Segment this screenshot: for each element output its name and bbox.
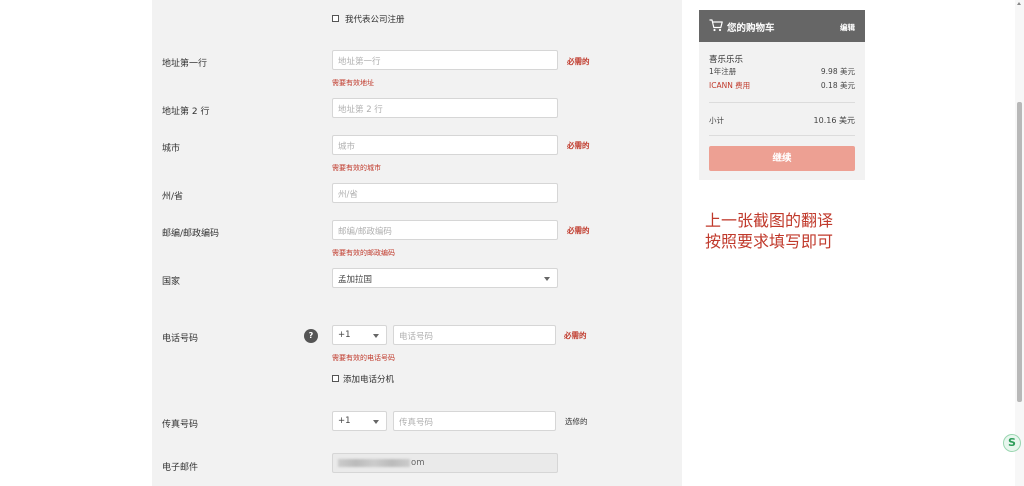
add-extension-label: 添加电话分机 xyxy=(343,375,395,385)
city-required: 必需的 xyxy=(567,141,590,150)
address2-input[interactable]: 地址第 2 行 xyxy=(332,98,558,118)
phone-required: 必需的 xyxy=(564,331,587,340)
chevron-down-icon xyxy=(544,277,550,281)
scrollbar[interactable] xyxy=(1015,0,1024,486)
phone-country-code-select[interactable]: +1 xyxy=(332,325,387,345)
subtotal-label: 小计 xyxy=(709,116,724,125)
fax-country-code-select[interactable]: +1 xyxy=(332,411,387,431)
annotation-line-2: 按照要求填写即可 xyxy=(705,232,834,251)
chevron-down-icon xyxy=(373,334,379,338)
help-icon[interactable]: ? xyxy=(304,329,318,343)
cart-item-name: 喜乐乐乐 xyxy=(709,55,744,65)
phone-code-value: +1 xyxy=(338,330,351,340)
icann-fee-price: 0.18 美元 xyxy=(820,81,855,90)
cart-edit-link[interactable]: 编辑 xyxy=(840,22,855,33)
address1-required: 必需的 xyxy=(567,57,590,66)
add-extension-checkbox[interactable] xyxy=(332,375,339,382)
icann-fee-label: ICANN 费用 xyxy=(709,81,751,90)
email-field[interactable]: om xyxy=(332,453,558,473)
address1-input[interactable]: 地址第一行 xyxy=(332,50,558,70)
subtotal-value: 10.16 美元 xyxy=(813,116,855,125)
email-visible-suffix: om xyxy=(411,458,425,468)
shopping-cart-panel: 您的购物车 编辑 喜乐乐乐 1年注册 9.98 美元 ICANN 费用 0.18… xyxy=(699,10,865,180)
address1-label: 地址第一行 xyxy=(162,59,208,69)
city-label: 城市 xyxy=(162,144,181,154)
country-select[interactable]: 孟加拉国 xyxy=(332,268,558,288)
cart-item-price: 9.98 美元 xyxy=(820,67,855,76)
cart-divider xyxy=(709,135,855,136)
chevron-down-icon xyxy=(373,420,379,424)
cart-item-term: 1年注册 xyxy=(709,67,737,76)
address2-label: 地址第 2 行 xyxy=(162,107,210,117)
phone-label: 电话号码 xyxy=(162,334,199,344)
phone-input[interactable]: 电话号码 xyxy=(393,325,556,345)
cart-title: 您的购物车 xyxy=(727,23,775,34)
email-label: 电子邮件 xyxy=(162,463,199,473)
scrollbar-thumb[interactable] xyxy=(1017,102,1022,402)
cart-icon xyxy=(709,19,723,32)
continue-button[interactable]: 继续 xyxy=(709,146,855,171)
scroll-up-icon[interactable] xyxy=(1017,2,1021,5)
postcode-error: 需要有效的邮政编码 xyxy=(332,249,395,257)
country-label: 国家 xyxy=(162,277,181,287)
postcode-required: 必需的 xyxy=(567,226,590,235)
postcode-input[interactable]: 邮编/邮政编码 xyxy=(332,220,558,240)
redacted-email xyxy=(338,458,410,467)
annotation-line-1: 上一张截图的翻译 xyxy=(705,211,834,230)
state-label: 州/省 xyxy=(162,192,184,202)
fax-label: 传真号码 xyxy=(162,420,199,430)
annotation-note: 上一张截图的翻译 按照要求填写即可 xyxy=(705,210,833,252)
billing-form: 我代表公司注册 地址第一行 地址第一行 必需的 需要有效地址 地址第 2 行 地… xyxy=(152,0,682,486)
city-input[interactable]: 城市 xyxy=(332,135,558,155)
floating-assistant-icon[interactable]: S xyxy=(1003,434,1021,452)
fax-code-value: +1 xyxy=(338,416,351,426)
fax-input[interactable]: 传真号码 xyxy=(393,411,556,431)
postcode-label: 邮编/邮政编码 xyxy=(162,229,220,239)
city-error: 需要有效的城市 xyxy=(332,164,381,172)
register-company-checkbox[interactable] xyxy=(332,15,339,22)
country-value: 孟加拉国 xyxy=(338,275,373,285)
fax-optional: 选修的 xyxy=(565,417,588,426)
address1-error: 需要有效地址 xyxy=(332,79,374,87)
cart-header: 您的购物车 编辑 xyxy=(699,10,865,42)
phone-error: 需要有效的电话号码 xyxy=(332,354,395,362)
cart-divider xyxy=(709,102,855,103)
register-company-label: 我代表公司注册 xyxy=(345,15,405,25)
state-input[interactable]: 州/省 xyxy=(332,183,558,203)
